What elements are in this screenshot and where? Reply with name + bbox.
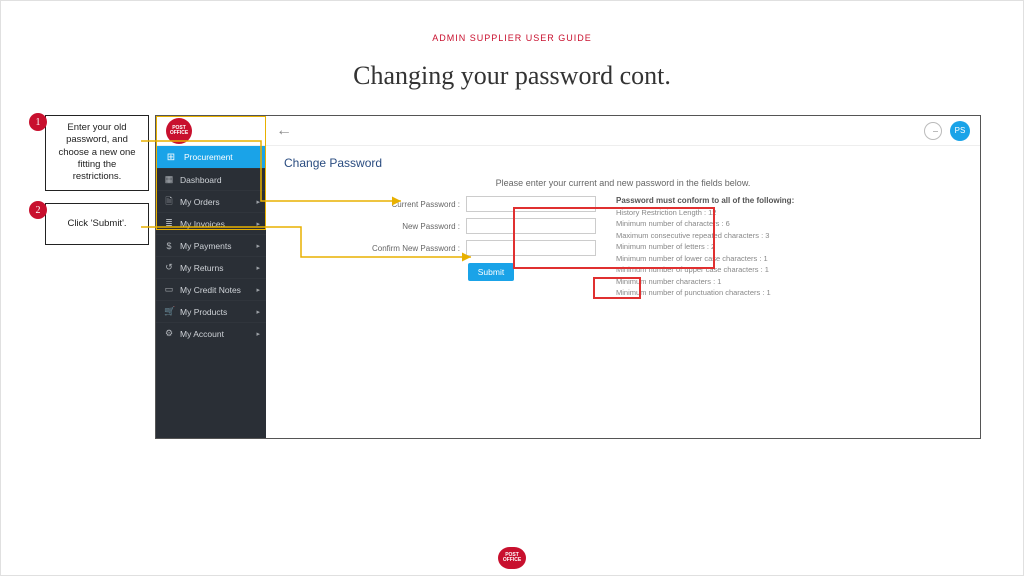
sidebar-item-account[interactable]: ⚙ My Account ▸ bbox=[156, 322, 266, 344]
rule-item: Minimum number of characters : 6 bbox=[616, 219, 950, 228]
back-arrow-icon[interactable]: ← bbox=[276, 122, 292, 140]
gear-icon: ⚙ bbox=[164, 328, 174, 339]
submit-button[interactable]: Submit bbox=[468, 263, 514, 281]
app-screenshot: POST OFFICE ← PS ⊞ Procurement ▦ Dashboa… bbox=[155, 115, 981, 439]
callout-2-number: 2 bbox=[29, 201, 47, 219]
rule-item: Minimum number characters : 1 bbox=[616, 277, 950, 286]
sidebar-item-dashboard[interactable]: ▦ Dashboard bbox=[156, 168, 266, 190]
page-title: Changing your password cont. bbox=[1, 43, 1023, 99]
sidebar-item-label: My Returns bbox=[180, 263, 223, 273]
sidebar: ⊞ Procurement ▦ Dashboard 🗎 My Orders ▸ … bbox=[156, 146, 266, 438]
callout-1-number: 1 bbox=[29, 113, 47, 131]
doc-header: ADMIN SUPPLIER USER GUIDE bbox=[1, 1, 1023, 43]
dashboard-icon: ▦ bbox=[164, 174, 174, 185]
rule-item: Minimum number of upper case characters … bbox=[616, 265, 950, 274]
orders-icon: 🗎 bbox=[164, 194, 174, 210]
chevron-right-icon: ▸ bbox=[256, 264, 260, 272]
returns-icon: ↺ bbox=[164, 262, 174, 273]
sidebar-item-label: My Account bbox=[180, 329, 224, 339]
app-topbar: POST OFFICE ← PS bbox=[156, 116, 980, 146]
footer-logo: POST OFFICE bbox=[498, 547, 526, 569]
clock-icon[interactable] bbox=[924, 122, 942, 140]
rule-item: Minimum number of punctuation characters… bbox=[616, 288, 950, 297]
current-password-input[interactable] bbox=[466, 196, 596, 212]
sidebar-item-label: My Invoices bbox=[180, 219, 225, 229]
chevron-right-icon: ▸ bbox=[256, 242, 260, 250]
sidebar-item-orders[interactable]: 🗎 My Orders ▸ bbox=[156, 190, 266, 212]
invoices-icon: ≣ bbox=[164, 218, 174, 229]
sidebar-item-products[interactable]: 🛒 My Products ▸ bbox=[156, 300, 266, 322]
password-rules: Password must conform to all of the foll… bbox=[616, 196, 950, 300]
sidebar-item-payments[interactable]: $ My Payments ▸ bbox=[156, 234, 266, 256]
panel-title: Change Password bbox=[266, 146, 980, 174]
sidebar-item-returns[interactable]: ↺ My Returns ▸ bbox=[156, 256, 266, 278]
current-password-label: Current Password : bbox=[392, 200, 460, 209]
rules-title: Password must conform to all of the foll… bbox=[616, 196, 950, 205]
new-password-input[interactable] bbox=[466, 218, 596, 234]
rule-item: Maximum consecutive repeated characters … bbox=[616, 231, 950, 240]
callout-1-text: Enter your old password, and choose a ne… bbox=[45, 115, 149, 191]
grid-icon: ⊞ bbox=[164, 150, 178, 164]
rule-item: History Restriction Length : 12 bbox=[616, 208, 950, 217]
sidebar-active-label: Procurement bbox=[184, 152, 233, 162]
sidebar-item-label: My Orders bbox=[180, 197, 220, 207]
sidebar-item-label: Dashboard bbox=[180, 175, 222, 185]
products-icon: 🛒 bbox=[164, 306, 174, 317]
sidebar-item-label: My Products bbox=[180, 307, 227, 317]
confirm-password-input[interactable] bbox=[466, 240, 596, 256]
sidebar-item-label: My Credit Notes bbox=[180, 285, 241, 295]
new-password-label: New Password : bbox=[402, 222, 460, 231]
main-panel: Change Password Please enter your curren… bbox=[266, 146, 980, 438]
chevron-right-icon: ▸ bbox=[256, 220, 260, 228]
rule-item: Minimum number of letters : 2 bbox=[616, 242, 950, 251]
sidebar-item-credit-notes[interactable]: ▭ My Credit Notes ▸ bbox=[156, 278, 266, 300]
password-form: Current Password : New Password : Confir… bbox=[296, 196, 596, 300]
sidebar-active-procurement[interactable]: ⊞ Procurement bbox=[156, 146, 266, 168]
sidebar-item-invoices[interactable]: ≣ My Invoices ▸ bbox=[156, 212, 266, 234]
panel-prompt: Please enter your current and new passwo… bbox=[266, 174, 980, 196]
payments-icon: $ bbox=[164, 241, 174, 251]
rule-item: Minimum number of lower case characters … bbox=[616, 254, 950, 263]
chevron-right-icon: ▸ bbox=[256, 286, 260, 294]
callout-2-text: Click 'Submit'. bbox=[45, 203, 149, 245]
sidebar-item-label: My Payments bbox=[180, 241, 232, 251]
callout-1: 1 Enter your old password, and choose a … bbox=[21, 115, 149, 191]
chevron-right-icon: ▸ bbox=[256, 198, 260, 206]
confirm-password-label: Confirm New Password : bbox=[372, 244, 460, 253]
brand-logo: POST OFFICE bbox=[166, 118, 192, 144]
chevron-right-icon: ▸ bbox=[256, 330, 260, 338]
user-avatar[interactable]: PS bbox=[950, 121, 970, 141]
credit-notes-icon: ▭ bbox=[164, 284, 174, 295]
callout-2: 2 Click 'Submit'. bbox=[21, 203, 149, 245]
chevron-right-icon: ▸ bbox=[256, 308, 260, 316]
